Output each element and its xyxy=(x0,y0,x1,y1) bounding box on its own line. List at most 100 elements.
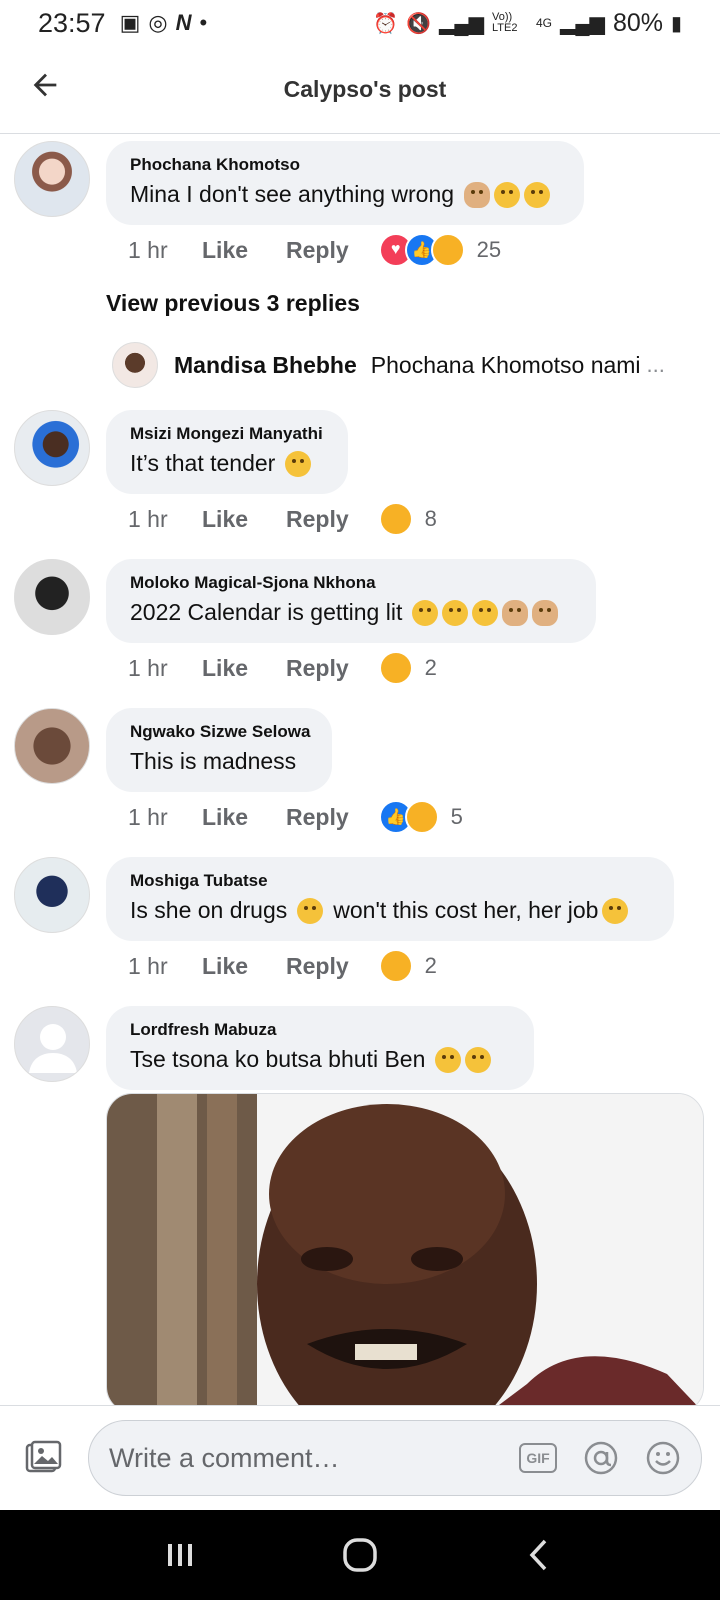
thinking-emoji-icon xyxy=(602,897,629,924)
like-button[interactable]: Like xyxy=(202,804,248,831)
comment-actions: 1 hr Like Reply 👍 5 xyxy=(128,800,463,834)
status-time: 23:57 xyxy=(38,7,106,38)
comment-author[interactable]: Lordfresh Mabuza xyxy=(130,1020,510,1040)
news-icon: N xyxy=(175,10,192,35)
reply-button[interactable]: Reply xyxy=(286,953,349,980)
reaction-count: 2 xyxy=(424,655,437,680)
recent-apps-icon[interactable] xyxy=(160,1535,200,1575)
signal-icon-2: ▂▄▆ xyxy=(560,12,605,35)
comment-input-box[interactable]: GIF xyxy=(88,1420,702,1496)
reply-button[interactable]: Reply xyxy=(286,237,349,264)
haha-reaction-icon xyxy=(378,949,413,983)
like-button[interactable]: Like xyxy=(202,953,248,980)
facepalm-emoji-icon xyxy=(502,599,529,626)
photo-icon[interactable] xyxy=(24,1440,62,1476)
battery-level: 80% xyxy=(612,8,663,37)
reply-author[interactable]: Mandisa Bhebhe xyxy=(174,352,357,379)
comment-bubble[interactable]: Msizi Mongezi Manyathi It’s that tender xyxy=(106,410,348,494)
reactions-summary[interactable]: 8 xyxy=(378,502,437,536)
comment-bubble[interactable]: Phochana Khomotso Mina I don't see anyth… xyxy=(106,141,584,225)
alarm-icon: ⏰ xyxy=(373,12,399,35)
reply-preview[interactable]: Mandisa Bhebhe Phochana Khomotso nami ..… xyxy=(112,342,712,388)
comment-text-row: It’s that tender xyxy=(130,450,324,477)
comment-actions: 1 hr Like Reply 8 xyxy=(128,502,437,536)
thinking-emoji-icon xyxy=(524,181,551,208)
comment-text-continued: won't this cost her, her job xyxy=(333,897,599,923)
reactions-summary[interactable]: 2 xyxy=(378,949,437,983)
reactions-summary[interactable]: ♥ 👍 25 xyxy=(378,233,501,267)
comment-author[interactable]: Ngwako Sizwe Selowa xyxy=(130,722,310,742)
home-icon[interactable] xyxy=(340,1535,380,1575)
comment-author[interactable]: Phochana Khomotso xyxy=(130,155,560,175)
triumph-emoji-icon xyxy=(465,1046,492,1073)
emoji-smiley-icon[interactable] xyxy=(645,1440,681,1476)
comment-text: It’s that tender xyxy=(130,450,276,476)
page-title: Calypso's post xyxy=(283,76,447,102)
reply-ellipsis: ... xyxy=(646,352,665,377)
comment-author[interactable]: Msizi Mongezi Manyathi xyxy=(130,424,324,444)
comment-text-row: 2022 Calendar is getting lit xyxy=(130,599,572,626)
gif-button[interactable]: GIF xyxy=(519,1443,557,1473)
comment-text-row: Is she on drugs won't this cost her, her… xyxy=(130,897,650,924)
app-header: Calypso's post xyxy=(0,46,720,134)
comment-text: Is she on drugs xyxy=(130,897,288,923)
avatar[interactable] xyxy=(14,857,90,933)
system-navigation-bar xyxy=(0,1510,720,1600)
mute-icon: 🔇 xyxy=(406,12,432,35)
haha-reaction-icon xyxy=(378,651,413,685)
avatar[interactable] xyxy=(14,708,90,784)
view-previous-replies-link[interactable]: View previous 3 replies xyxy=(106,290,360,317)
like-button[interactable]: Like xyxy=(202,506,248,533)
comment-input[interactable] xyxy=(109,1442,469,1474)
reply-button[interactable]: Reply xyxy=(286,506,349,533)
mention-at-icon[interactable] xyxy=(583,1440,619,1476)
haha-reaction-icon xyxy=(430,233,465,267)
comment-time: 1 hr xyxy=(128,803,168,830)
comment-text: Tse tsona ko butsa bhuti Ben xyxy=(130,1046,426,1072)
reactions-summary[interactable]: 2 xyxy=(378,651,437,685)
reply-avatar[interactable] xyxy=(112,342,158,388)
comment-author[interactable]: Moloko Magical-Sjona Nkhona xyxy=(130,573,572,593)
reaction-count: 8 xyxy=(424,506,437,531)
comment-time: 1 hr xyxy=(128,505,168,532)
status-bar: 23:57 ▣ ◎ N • ⏰ 🔇 ▂▄▆ Vo)) LTE2 4G ▂▄▆ 8… xyxy=(0,0,720,46)
comment-time: 1 hr xyxy=(128,654,168,681)
comment-text-row: This is madness xyxy=(130,748,308,775)
default-profile-icon xyxy=(29,1024,77,1073)
comment-bubble[interactable]: Ngwako Sizwe Selowa This is madness xyxy=(106,708,332,792)
rofl-emoji-icon xyxy=(412,599,439,626)
comment-text-row: Mina I don't see anything wrong xyxy=(130,181,560,208)
haha-reaction-icon xyxy=(378,502,413,536)
comment-bubble[interactable]: Moloko Magical-Sjona Nkhona 2022 Calenda… xyxy=(106,559,596,643)
comment-bubble[interactable]: Lordfresh Mabuza Tse tsona ko butsa bhut… xyxy=(106,1006,534,1090)
reply-text: Phochana Khomotso nami xyxy=(370,351,641,378)
avatar[interactable] xyxy=(14,141,90,217)
back-nav-icon[interactable] xyxy=(520,1535,560,1575)
like-button[interactable]: Like xyxy=(202,655,248,682)
rofl-emoji-icon xyxy=(472,599,499,626)
rofl-emoji-icon xyxy=(285,450,312,477)
system-icons: ⏰ 🔇 ▂▄▆ Vo)) LTE2 4G ▂▄▆ 80% ▮ xyxy=(373,9,682,38)
thinking-emoji-icon xyxy=(297,897,324,924)
reaction-count: 2 xyxy=(424,953,437,978)
comment-text: Mina I don't see anything wrong xyxy=(130,181,455,207)
network-label-1: Vo)) LTE2 xyxy=(491,11,518,34)
comment-time: 1 hr xyxy=(128,952,168,979)
rofl-emoji-icon xyxy=(442,599,469,626)
comment-time: 1 hr xyxy=(128,236,168,263)
like-button[interactable]: Like xyxy=(202,237,248,264)
reply-button[interactable]: Reply xyxy=(286,655,349,682)
comment-author[interactable]: Moshiga Tubatse xyxy=(130,871,650,891)
default-avatar[interactable] xyxy=(14,1006,90,1082)
comment-image-attachment[interactable] xyxy=(106,1093,704,1405)
comment-text: This is madness xyxy=(130,748,297,774)
avatar[interactable] xyxy=(14,559,90,635)
comment-bubble[interactable]: Moshiga Tubatse Is she on drugs won't th… xyxy=(106,857,674,941)
avatar[interactable] xyxy=(14,410,90,486)
reply-button[interactable]: Reply xyxy=(286,804,349,831)
reactions-summary[interactable]: 👍 5 xyxy=(378,800,463,834)
back-arrow-icon[interactable] xyxy=(28,68,62,102)
comments-feed[interactable]: Phochana Khomotso Mina I don't see anyth… xyxy=(0,135,720,1405)
battery-icon: ▮ xyxy=(670,12,682,35)
comment-actions: 1 hr Like Reply 2 xyxy=(128,651,437,685)
